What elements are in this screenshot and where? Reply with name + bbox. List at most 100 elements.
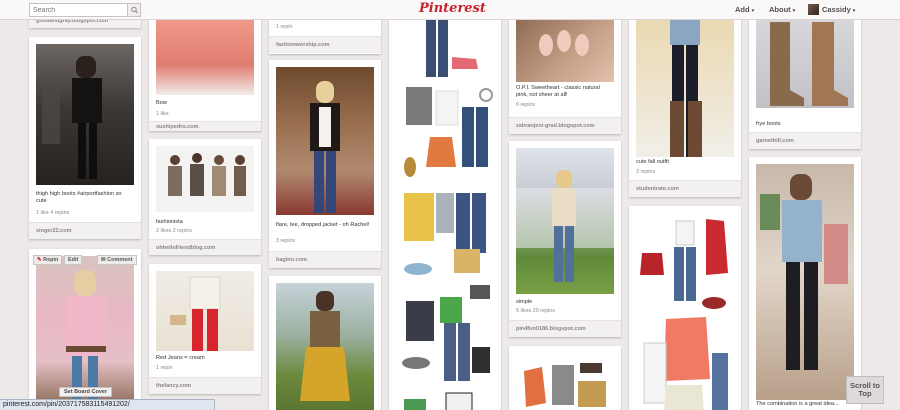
pin-source[interactable]: singer22.com [29, 222, 141, 239]
pin-stats: 1 like [156, 111, 169, 117]
pin-card[interactable]: Red Jeans = cream 1 repin thefancy.com [149, 264, 261, 394]
pin-image[interactable] [396, 17, 494, 410]
pin-image[interactable] [36, 256, 134, 406]
pin-image[interactable] [156, 271, 254, 351]
pin-stats: 3 repins [276, 238, 296, 244]
pin-image[interactable] [276, 283, 374, 410]
pin-stats: 2 likes 2 repins [156, 228, 192, 234]
outfit-image [670, 17, 702, 157]
outfit-image [760, 174, 848, 370]
pin-image[interactable] [756, 18, 854, 108]
user-menu[interactable]: Cassidy ▾ [822, 5, 855, 14]
pin-image[interactable] [36, 44, 134, 185]
comment-label: Comment [107, 257, 133, 263]
pin-source[interactable]: pin4fun0186.blogspot.com [509, 320, 621, 337]
user-name: Cassidy [822, 5, 851, 14]
pin-image[interactable] [516, 353, 614, 410]
pin-stats: 5 likes 29 repins [516, 308, 555, 314]
pin-card[interactable]: thigh high boots #airportfashion so cute… [29, 37, 141, 239]
pin-description: frye boots [756, 121, 781, 127]
pin-card[interactable]: Bow 1 like sushipedro.com [149, 10, 261, 131]
search-icon [131, 6, 138, 14]
kids-image [168, 153, 246, 196]
repin-label: Repin [43, 257, 59, 263]
search-button[interactable] [127, 4, 140, 16]
add-menu[interactable]: Add ▾ [735, 5, 754, 14]
top-bar: Pinterest Add▾ About▾ Cassidy▾ [0, 0, 900, 20]
pin-source[interactable]: fashionworship.com [269, 36, 381, 53]
pin-image[interactable] [756, 164, 854, 400]
outfit-image [42, 56, 102, 179]
boots-image [770, 22, 848, 106]
pin-stats: 6 repins [516, 102, 536, 108]
pin-source[interactable]: bagino.com [269, 251, 381, 268]
comment-button[interactable]: ✉ Comment [97, 255, 137, 265]
pin-source[interactable]: sushipedro.com [149, 121, 261, 131]
set-board-cover-button[interactable]: Set Board Cover [59, 387, 113, 397]
pin-card[interactable] [389, 10, 501, 410]
scroll-arrow-icon [846, 394, 884, 404]
pin-stats: 1 repin [156, 365, 173, 371]
pin-card[interactable]: O.P.I. Sweetheart - classic natural pink… [509, 10, 621, 134]
collage-image [402, 19, 493, 410]
pin-stats: 1 repin [276, 24, 293, 30]
about-menu[interactable]: About ▾ [769, 5, 795, 14]
outfit-image [310, 81, 340, 213]
comment-icon: ✉ [101, 257, 106, 263]
pin-card[interactable]: flare, tee, dropped jacket - oh Rachel! … [269, 60, 381, 268]
status-bar-url: pinterest.com/pin/20371758311549120​2/ [0, 399, 215, 410]
pin-image[interactable] [516, 17, 614, 82]
search-input[interactable] [30, 4, 129, 16]
avatar[interactable] [808, 4, 819, 15]
edit-label: Edit [68, 257, 79, 263]
pin-description: cute fall outfit [636, 159, 669, 165]
pin-source[interactable]: thefancy.com [149, 377, 261, 394]
pin-card[interactable] [629, 206, 741, 410]
pin-description: flare, tee, dropped jacket - oh Rachel! [276, 222, 370, 228]
pin-card[interactable] [509, 346, 621, 410]
repin-button[interactable]: ✎ Repin [33, 255, 63, 265]
pin-source[interactable]: zabranjeni-grad.blogspot.com [509, 117, 621, 134]
pin-card[interactable] [29, 249, 141, 410]
pin-source[interactable]: studentrate.com [629, 180, 741, 197]
nails-image [539, 30, 589, 56]
pin-source[interactable]: garnethill.com [749, 132, 861, 149]
edit-button[interactable]: Edit [64, 255, 83, 265]
pin-card[interactable] [269, 276, 381, 410]
pin-card[interactable]: frye boots garnethill.com [749, 10, 861, 149]
pin-stats: 1 like 4 repins [36, 210, 70, 216]
pin-description: O.P.I. Sweetheart - classic natural pink… [516, 85, 600, 98]
pin-image[interactable] [636, 17, 734, 157]
chevron-down-icon: ▾ [751, 8, 755, 14]
search-box [29, 3, 141, 17]
pin-description: fashionista [156, 219, 183, 225]
pin-image[interactable] [276, 67, 374, 215]
collage-image [640, 219, 728, 410]
add-menu-label: Add [735, 5, 750, 14]
collage-image [524, 363, 606, 407]
outfit-image [170, 276, 221, 351]
pinterest-logo[interactable]: Pinterest [419, 1, 486, 16]
pin-icon: ✎ [37, 257, 42, 263]
pin-source[interactable]: ohhellofriendblog.com [149, 239, 261, 255]
outfit-image [516, 170, 614, 282]
pin-card[interactable]: cute fall outfit 3 repins studentrate.co… [629, 10, 741, 197]
pin-description: Red Jeans = cream [156, 355, 205, 361]
pin-description: thigh high boots #airportfashion so cute [36, 191, 122, 204]
outfit-image [66, 270, 106, 406]
pin-card[interactable]: The combination is a great idea... [749, 157, 861, 410]
pin-card[interactable]: fashionista 2 likes 2 repins ohhellofrie… [149, 139, 261, 255]
outfit-image [300, 291, 350, 401]
pin-description: The combination is a great idea... [756, 401, 839, 407]
pin-image[interactable] [156, 146, 254, 212]
pin-image[interactable] [516, 148, 614, 294]
pin-card[interactable]: simple 5 likes 29 repins pin4fun0186.blo… [509, 141, 621, 337]
pin-description: simple [516, 299, 533, 305]
about-menu-label: About [769, 5, 791, 14]
pin-image[interactable] [156, 20, 254, 95]
chevron-down-icon: ▾ [792, 8, 796, 14]
pin-image[interactable] [636, 213, 734, 410]
chevron-down-icon: ▾ [852, 8, 856, 14]
pin-stats: 3 repins [636, 169, 656, 175]
pin-description: Bow [156, 100, 167, 106]
